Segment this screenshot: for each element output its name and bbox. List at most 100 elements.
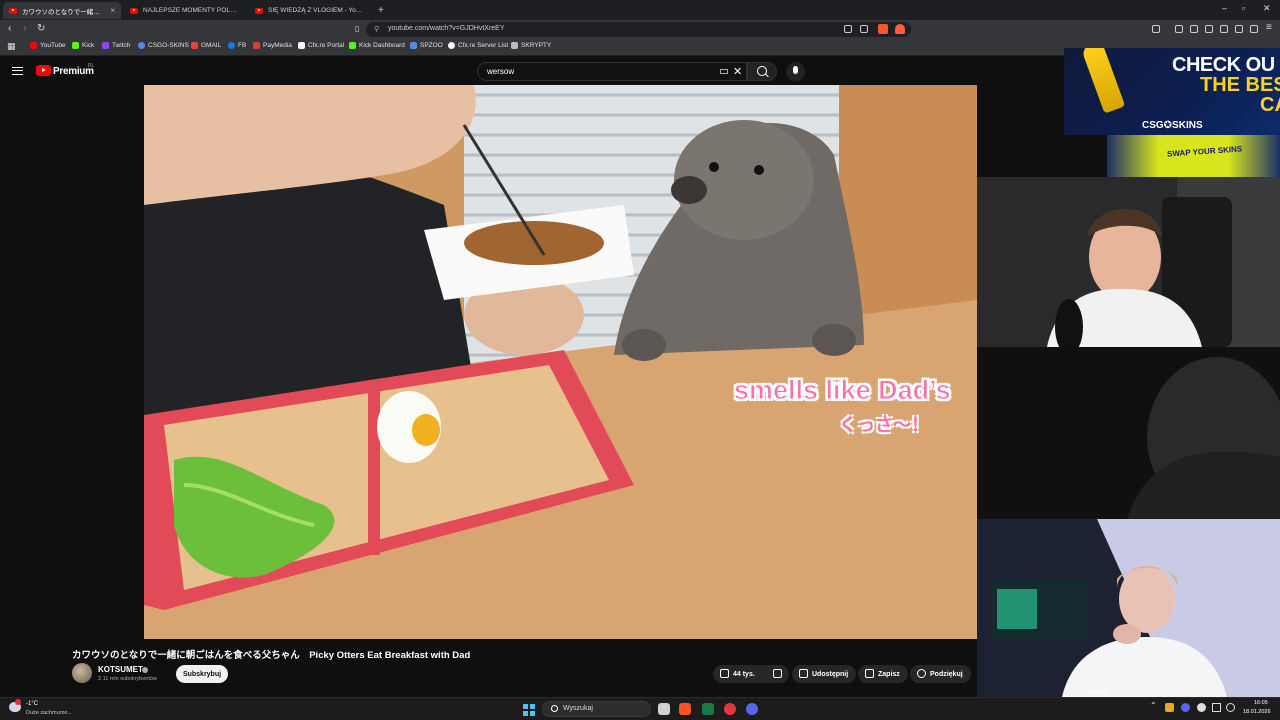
new-tab-button[interactable]: + [372,2,386,19]
network-icon[interactable] [1212,703,1221,712]
clear-search-icon[interactable]: ✕ [733,65,742,78]
extensions-icon[interactable] [1190,25,1198,33]
like-button[interactable]: 44 tys. [713,665,789,683]
channel-avatar[interactable] [72,663,92,683]
save-button[interactable]: Zapisz [858,665,908,683]
video-title: カワウソのとなりで一緒に朝ごはんを食べる父ちゃん Picky Otters Ea… [72,650,471,661]
video-player[interactable]: smells like Dad’s くっさ〜！ [144,85,977,639]
search-button[interactable] [747,62,777,81]
sidebar-icon[interactable] [1152,25,1160,33]
brave-shields-icon[interactable] [878,24,888,34]
video-frame [144,85,977,639]
brave-browser-icon[interactable] [679,703,691,715]
wallet-icon[interactable] [1220,25,1228,33]
tab-active[interactable]: カワウソのとなりで一緒に朝ごはんを × [3,2,121,19]
thumbs-up-icon [720,669,729,678]
voice-search-icon[interactable] [786,62,805,81]
apps-grid-icon[interactable]: ▦ [7,41,16,52]
ad-headline-3: CASE [1260,94,1280,116]
bookmark-star-icon[interactable]: ▯ [355,24,359,33]
share-button[interactable]: Udostępnij [792,665,857,683]
search-input[interactable]: wersow ✕ [477,62,747,81]
back-icon[interactable]: ‹ [8,23,11,34]
address-bar: ‹ › ↻ ▯ ⚲ youtube.com/watch?v=GJDHvtXreE… [0,20,1280,39]
tray-overflow-icon[interactable]: ⌃ [1150,701,1159,710]
thanks-button[interactable]: Podziękuj [910,665,971,683]
subscribe-button[interactable]: Subskrybuj [176,665,228,683]
downloads-icon[interactable] [1175,25,1183,33]
site-info-icon[interactable]: ⚲ [374,25,379,33]
thanks-label: Podziękuj [930,670,963,678]
tab-najlepsze[interactable]: NAJLEPSZE MOMENTY POLSKIEGO T [124,2,246,19]
ad-strip-text: SWAP YOUR SKINS [1166,144,1243,159]
microphone-icon[interactable] [1197,703,1206,712]
bookmark-kick[interactable]: Kick [72,42,94,49]
csgo-skins-icon [138,42,145,49]
bookmark-kick-dashboard[interactable]: Kick Dashboard [349,42,405,49]
tray-discord-icon[interactable] [1181,703,1190,712]
taskbar-search-placeholder: Wyszukaj [563,705,593,712]
tab-label: SIĘ WIEDZĄ Z VLOGIEM - YouTube [268,7,365,14]
bookmark-cfx-server-list[interactable]: Cfx.re Server List [448,42,508,49]
minimize-icon[interactable]: – [1222,3,1227,13]
brave-rewards-icon[interactable] [895,24,905,34]
thumbs-down-icon[interactable] [773,669,782,678]
region-code: PL [88,63,95,69]
app-icon[interactable] [724,703,736,715]
bookmark-spzoo[interactable]: SPZOO [410,42,443,49]
maximize-icon[interactable]: ▫ [1242,3,1245,13]
hamburger-menu-icon[interactable] [12,67,23,75]
bookmark-icon [865,669,874,678]
tab-label: NAJLEPSZE MOMENTY POLSKIEGO T [143,7,240,14]
stream-overlay-label: (Part 1) [1087,690,1108,696]
webcam-streamer-2 [977,347,1280,519]
csgo-skins-ad-banner[interactable]: CHECK OU THE BES CASE CSG✪SKINS [1064,48,1280,135]
tab-vlog[interactable]: SIĘ WIEDZĄ Z VLOGIEM - YouTube [249,2,371,19]
forward-icon[interactable]: › [23,23,26,34]
verified-icon [142,667,148,673]
bookmark-fb[interactable]: FB [228,42,246,49]
bookmark-cfx-portal[interactable]: Cfx.re Portal [298,42,344,49]
youtube-logo-icon[interactable] [36,65,51,76]
bookmark-youtube[interactable]: YouTube [30,42,66,49]
vpn-icon[interactable] [1250,25,1258,33]
bookmark-csgo-skins[interactable]: CSGO-SKINS [138,42,189,49]
discord-icon[interactable] [746,703,758,715]
tab-label: カワウソのとなりで一緒に朝ごはんを [22,8,104,16]
ad-brand: CSG✪SKINS [1142,120,1203,131]
bookmark-paymedia[interactable]: PayMedia [253,42,292,49]
windows-start-icon[interactable] [523,704,535,716]
reading-list-icon[interactable] [1205,25,1213,33]
keyboard-icon[interactable] [720,69,728,74]
bookmark-skrypty[interactable]: SKRYPTY [511,42,551,49]
weather-temperature[interactable]: -1°C [26,701,38,707]
close-tab-icon[interactable]: × [110,6,115,15]
volume-icon[interactable] [1226,703,1235,712]
youtube-icon [30,42,37,49]
video-caption-english: smells like Dad’s [734,375,952,406]
clock-time[interactable]: 16:05 [1254,700,1268,706]
task-view-icon[interactable] [658,703,670,715]
tray-app-icon[interactable] [1165,703,1174,712]
spzoo-icon [410,42,417,49]
subscriber-count: 2,11 mln subskrybentów [98,676,157,682]
menu-icon[interactable]: ≡ [1266,22,1272,33]
url-field[interactable]: ⚲ youtube.com/watch?v=GJDHvtXreEY [366,22,911,37]
excel-icon[interactable] [702,703,714,715]
video-caption-japanese: くっさ〜！ [839,415,929,435]
share-page-icon[interactable] [860,25,868,33]
install-app-icon[interactable] [844,25,852,33]
search-icon [551,705,558,712]
weather-description[interactable]: Duże zachmurze... [26,710,72,716]
webcam-streamer-3: (Part 1) [977,519,1280,697]
profile-icon[interactable] [1235,25,1243,33]
close-window-icon[interactable]: ✕ [1263,3,1271,14]
taskbar-search-input[interactable]: Wyszukaj [542,701,651,717]
browser-tab-bar: カワウソのとなりで一緒に朝ごはんを × NAJLEPSZE MOMENTY PO… [0,0,1280,20]
bookmark-twitch[interactable]: Twitch [102,42,130,49]
youtube-favicon-icon [130,7,138,14]
reload-icon[interactable]: ↻ [37,23,45,34]
channel-name[interactable]: KOTSUMET [98,665,143,674]
clock-date[interactable]: 18.01.2026 [1243,709,1271,715]
bookmark-gmail[interactable]: GMAIL [191,42,221,49]
